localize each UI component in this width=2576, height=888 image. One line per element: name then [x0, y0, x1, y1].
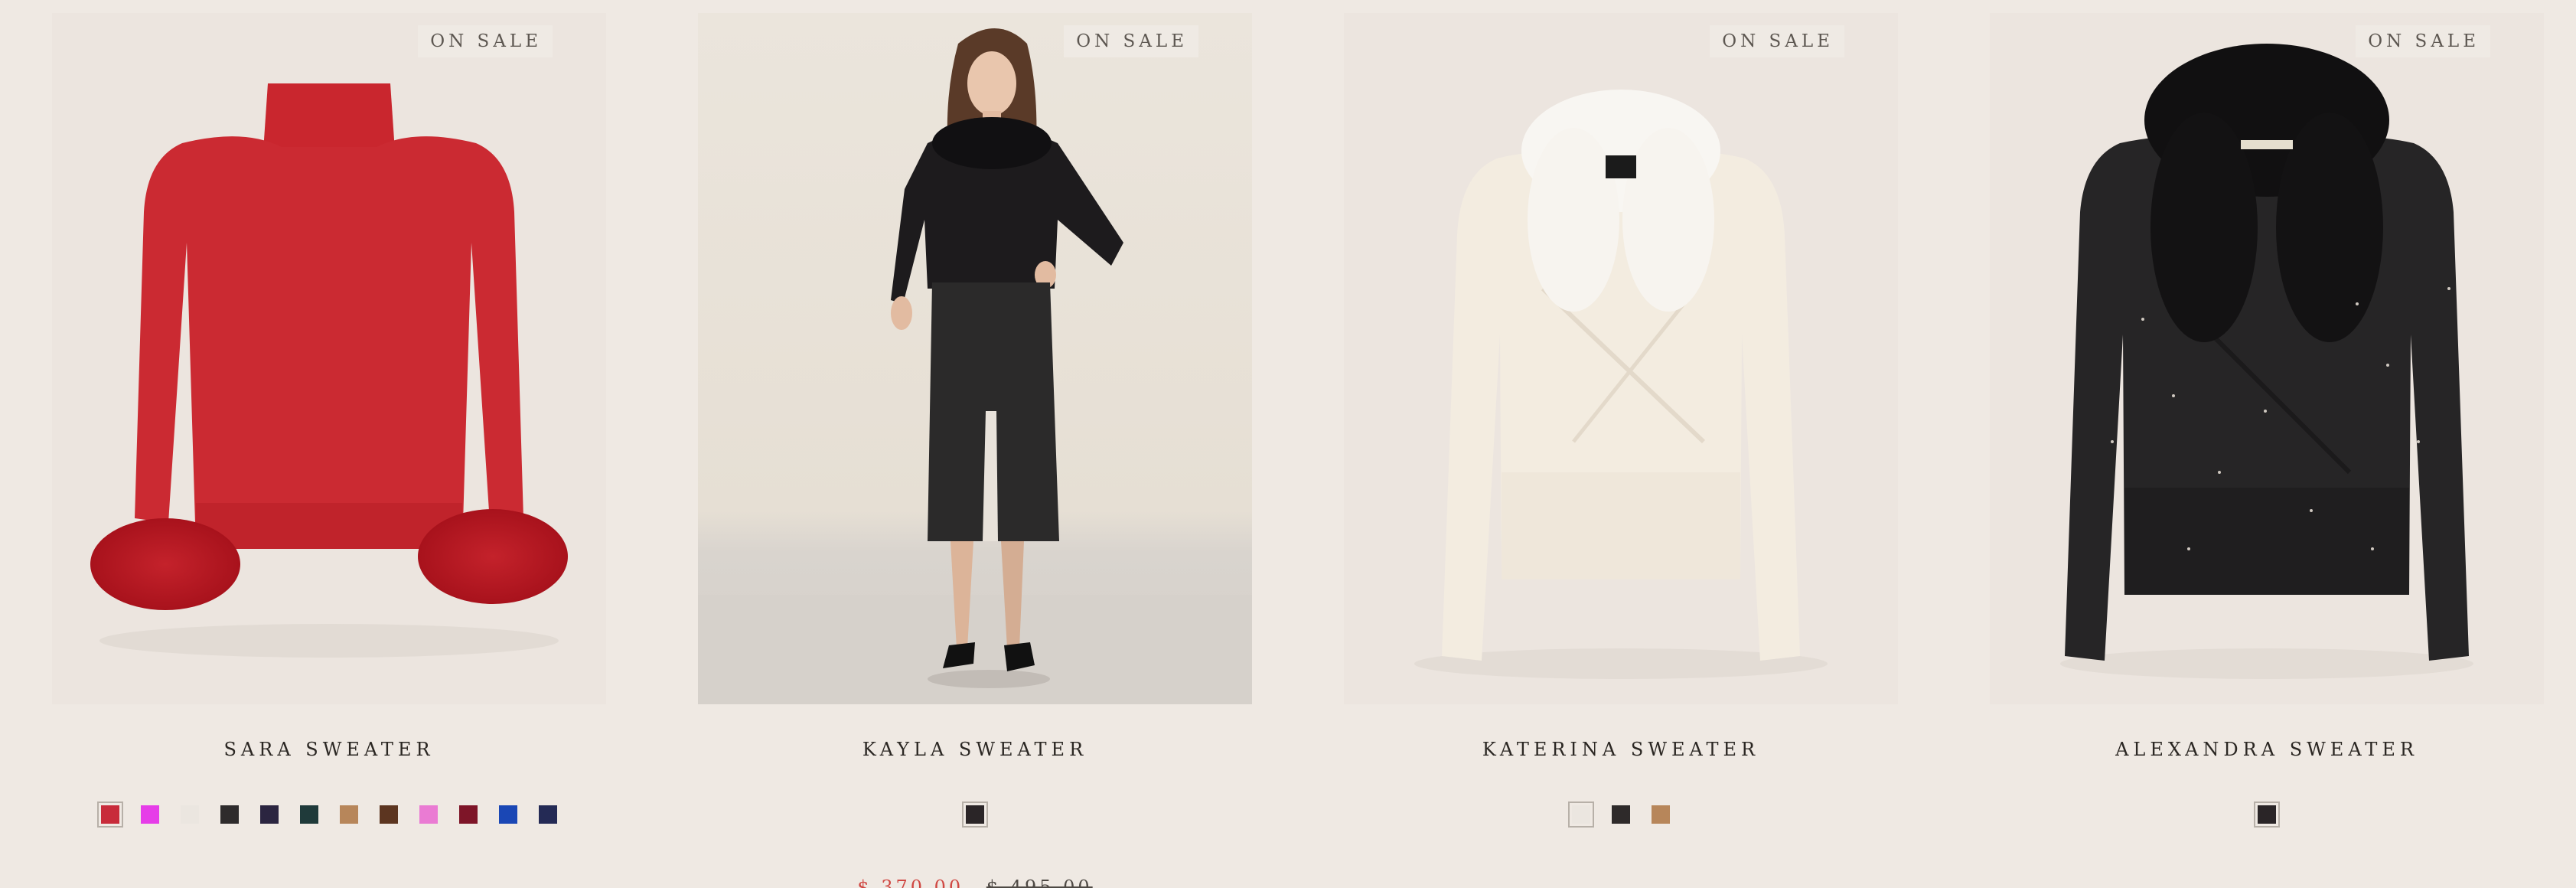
color-swatch[interactable]	[1608, 801, 1634, 828]
on-sale-badge: ON SALE	[2356, 25, 2490, 57]
color-swatches	[698, 801, 1252, 828]
color-swatch[interactable]	[256, 801, 282, 828]
original-price: $ 495.00	[986, 877, 1093, 888]
product-card-katerina[interactable]: ON SALE KATERINA SWEATER	[1344, 13, 1898, 888]
sale-price: $ 370.00	[857, 877, 964, 888]
product-name[interactable]: KATERINA SWEATER	[1344, 739, 1898, 760]
color-swatch[interactable]	[217, 801, 243, 828]
swatch-chip	[380, 805, 398, 824]
color-swatch[interactable]	[177, 801, 203, 828]
color-swatch[interactable]	[137, 801, 163, 828]
swatch-chip	[1612, 805, 1630, 824]
on-sale-badge: ON SALE	[418, 25, 553, 57]
price: $ 370.00 $ 495.00	[698, 877, 1252, 888]
product-image-sara[interactable]: ON SALE	[52, 13, 606, 704]
product-name[interactable]: ALEXANDRA SWEATER	[1990, 739, 2544, 760]
swatch-chip	[1652, 805, 1670, 824]
color-swatch[interactable]	[1568, 801, 1594, 828]
color-swatch[interactable]	[455, 801, 481, 828]
swatch-chip	[459, 805, 478, 824]
color-swatch[interactable]	[495, 801, 521, 828]
color-swatch[interactable]	[2254, 801, 2280, 828]
swatch-chip	[499, 805, 517, 824]
product-name[interactable]: KAYLA SWEATER	[698, 739, 1252, 760]
color-swatch[interactable]	[416, 801, 442, 828]
color-swatches	[1344, 801, 1898, 828]
color-swatch[interactable]	[535, 801, 561, 828]
product-name[interactable]: SARA SWEATER	[52, 739, 606, 760]
color-swatch[interactable]	[97, 801, 123, 828]
color-swatch[interactable]	[1648, 801, 1674, 828]
swatch-chip	[419, 805, 438, 824]
product-card-alexandra[interactable]: ON SALE ALEXANDRA SWEATER	[1990, 13, 2544, 888]
product-image-kayla[interactable]: ON SALE	[698, 13, 1252, 704]
product-card-kayla[interactable]: ON SALE KAYLA SWEATER $ 370.00 $ 495.00	[698, 13, 1252, 888]
on-sale-badge: ON SALE	[1710, 25, 1844, 57]
product-image-alexandra[interactable]: ON SALE	[1990, 13, 2544, 704]
ivory-sweater-illustration	[1414, 90, 1828, 679]
swatch-chip	[539, 805, 557, 824]
swatch-chip	[141, 805, 159, 824]
product-grid: ON SALE SARA SWEATER ON SALE KAYLA SWEAT…	[0, 0, 2576, 888]
swatch-chip	[1572, 805, 1590, 824]
color-swatch[interactable]	[296, 801, 322, 828]
color-swatch[interactable]	[962, 801, 988, 828]
product-card-sara[interactable]: ON SALE SARA SWEATER	[52, 13, 606, 888]
color-swatch[interactable]	[336, 801, 362, 828]
color-swatches	[1990, 801, 2544, 828]
red-sweater-illustration	[90, 83, 568, 658]
black-sweater-illustration	[2060, 44, 2473, 679]
swatch-chip	[300, 805, 318, 824]
swatch-chip	[2258, 805, 2276, 824]
swatch-chip	[260, 805, 279, 824]
product-image-katerina[interactable]: ON SALE	[1344, 13, 1898, 704]
model-photo	[698, 28, 1252, 704]
swatch-chip	[966, 805, 984, 824]
swatch-chip	[101, 805, 119, 824]
color-swatch[interactable]	[376, 801, 402, 828]
on-sale-badge: ON SALE	[1064, 25, 1198, 57]
swatch-chip	[181, 805, 199, 824]
swatch-chip	[340, 805, 358, 824]
color-swatches	[52, 801, 606, 828]
swatch-chip	[220, 805, 239, 824]
